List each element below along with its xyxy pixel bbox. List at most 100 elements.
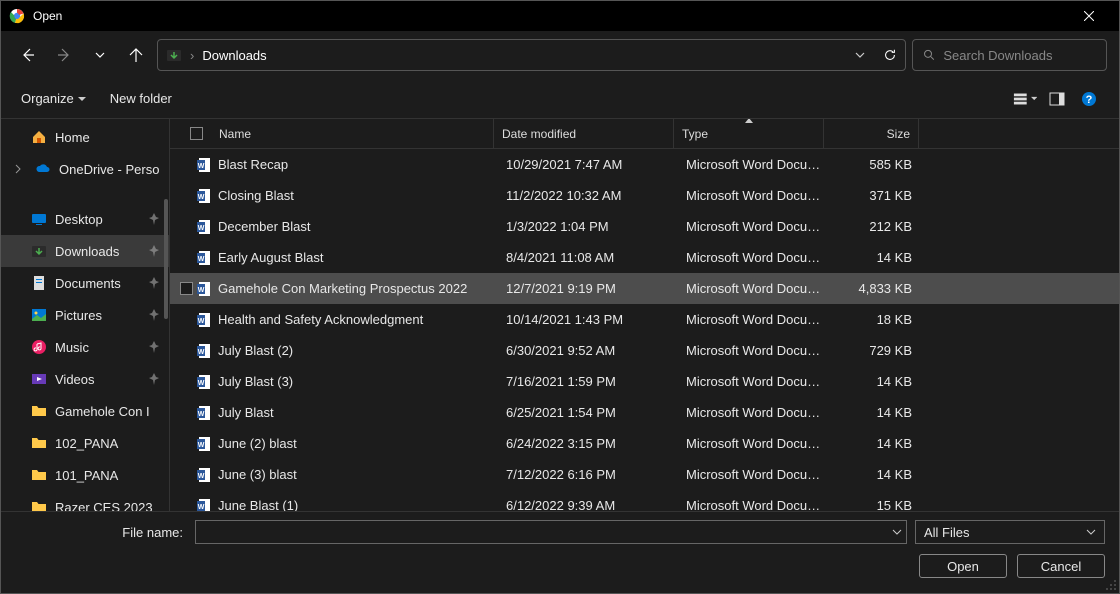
- column-type-label: Type: [682, 127, 708, 141]
- column-headers: Name Date modified Type Size: [170, 119, 1119, 149]
- footer: File name: All Files Open Cancel: [1, 511, 1119, 593]
- chevron-down-icon[interactable]: [855, 50, 865, 60]
- svg-text:W: W: [198, 504, 205, 511]
- file-name: July Blast: [218, 405, 498, 420]
- file-size: 4,833 KB: [828, 281, 920, 296]
- svg-text:W: W: [198, 256, 205, 263]
- file-row[interactable]: WJuly Blast (2)6/30/2021 9:52 AMMicrosof…: [170, 335, 1119, 366]
- recent-dropdown[interactable]: [85, 40, 115, 70]
- folder-icon: [31, 275, 47, 291]
- resize-grip-icon[interactable]: [1105, 579, 1117, 591]
- file-row[interactable]: WEarly August Blast8/4/2021 11:08 AMMicr…: [170, 242, 1119, 273]
- open-label: Open: [947, 559, 979, 574]
- word-doc-icon: W: [196, 498, 212, 512]
- file-date: 7/16/2021 1:59 PM: [498, 374, 678, 389]
- column-size-label: Size: [887, 127, 910, 141]
- toolbar: Organize New folder ?: [1, 79, 1119, 119]
- file-type: Microsoft Word Docum...: [678, 312, 828, 327]
- file-list-body[interactable]: WBlast Recap10/29/2021 7:47 AMMicrosoft …: [170, 149, 1119, 511]
- file-type: Microsoft Word Docum...: [678, 405, 828, 420]
- column-name[interactable]: Name: [176, 119, 494, 148]
- organize-menu[interactable]: Organize: [19, 87, 88, 110]
- open-dialog: Open › Downloads: [0, 0, 1120, 594]
- row-checkbox[interactable]: [180, 282, 193, 295]
- new-folder-button[interactable]: New folder: [108, 87, 174, 110]
- back-button[interactable]: [13, 40, 43, 70]
- close-button[interactable]: [1066, 1, 1111, 31]
- file-row[interactable]: WHealth and Safety Acknowledgment10/14/2…: [170, 304, 1119, 335]
- preview-pane-icon: [1049, 91, 1065, 107]
- sidebar-item-label: 101_PANA: [55, 468, 169, 483]
- word-doc-icon: W: [196, 312, 212, 328]
- file-date: 7/12/2022 6:16 PM: [498, 467, 678, 482]
- refresh-icon[interactable]: [883, 48, 897, 62]
- svg-text:W: W: [198, 411, 205, 418]
- file-row[interactable]: WGamehole Con Marketing Prospectus 20221…: [170, 273, 1119, 304]
- folder-icon: [31, 307, 47, 323]
- file-type: Microsoft Word Docum...: [678, 343, 828, 358]
- view-menu[interactable]: [1013, 87, 1037, 111]
- address-bar[interactable]: › Downloads: [157, 39, 906, 71]
- file-row[interactable]: WJune (2) blast6/24/2022 3:15 PMMicrosof…: [170, 428, 1119, 459]
- sidebar-item-documents[interactable]: Documents: [1, 267, 169, 299]
- cancel-button[interactable]: Cancel: [1017, 554, 1105, 578]
- filetype-filter[interactable]: All Files: [915, 520, 1105, 544]
- sidebar-item-pictures[interactable]: Pictures: [1, 299, 169, 331]
- filename-input[interactable]: [195, 520, 907, 544]
- file-size: 14 KB: [828, 467, 920, 482]
- sidebar-item-videos[interactable]: Videos: [1, 363, 169, 395]
- file-type: Microsoft Word Docum...: [678, 374, 828, 389]
- help-button[interactable]: ?: [1077, 87, 1101, 111]
- sidebar-onedrive[interactable]: OneDrive - Perso: [1, 153, 169, 185]
- sidebar-label: OneDrive - Perso: [59, 162, 169, 177]
- sidebar-home[interactable]: Home: [1, 121, 169, 153]
- sidebar-item-music[interactable]: Music: [1, 331, 169, 363]
- folder-icon: [31, 435, 47, 451]
- window-title: Open: [33, 9, 1066, 23]
- cancel-label: Cancel: [1041, 559, 1081, 574]
- chevron-right-icon: [13, 164, 23, 174]
- sidebar-item-desktop[interactable]: Desktop: [1, 203, 169, 235]
- forward-button[interactable]: [49, 40, 79, 70]
- search-box[interactable]: [912, 39, 1107, 71]
- sidebar-item-label: Pictures: [55, 308, 139, 323]
- search-input[interactable]: [943, 48, 1096, 63]
- sidebar-item-101-pana[interactable]: 101_PANA: [1, 459, 169, 491]
- file-row[interactable]: WDecember Blast1/3/2022 1:04 PMMicrosoft…: [170, 211, 1119, 242]
- sidebar-scrollbar[interactable]: [164, 199, 168, 319]
- column-type[interactable]: Type: [674, 119, 824, 148]
- word-doc-icon: W: [196, 467, 212, 483]
- select-all-checkbox[interactable]: [190, 127, 203, 140]
- file-size: 14 KB: [828, 250, 920, 265]
- file-size: 14 KB: [828, 436, 920, 451]
- chevron-down-icon[interactable]: [892, 527, 902, 537]
- filter-label: All Files: [924, 525, 970, 540]
- sidebar-item-102-pana[interactable]: 102_PANA: [1, 427, 169, 459]
- file-date: 6/24/2022 3:15 PM: [498, 436, 678, 451]
- file-name: Closing Blast: [218, 188, 498, 203]
- sidebar: Home OneDrive - Perso DesktopDownloadsDo…: [1, 119, 169, 511]
- file-row[interactable]: WJuly Blast6/25/2021 1:54 PMMicrosoft Wo…: [170, 397, 1119, 428]
- sort-asc-icon: [745, 119, 753, 123]
- open-button[interactable]: Open: [919, 554, 1007, 578]
- sidebar-item-label: Videos: [55, 372, 139, 387]
- pin-icon: [147, 308, 161, 322]
- preview-pane-button[interactable]: [1045, 87, 1069, 111]
- file-row[interactable]: WJuly Blast (3)7/16/2021 1:59 PMMicrosof…: [170, 366, 1119, 397]
- up-button[interactable]: [121, 40, 151, 70]
- breadcrumb-current[interactable]: Downloads: [202, 48, 847, 63]
- file-row[interactable]: WJune (3) blast7/12/2022 6:16 PMMicrosof…: [170, 459, 1119, 490]
- file-row[interactable]: WBlast Recap10/29/2021 7:47 AMMicrosoft …: [170, 149, 1119, 180]
- nav-bar: › Downloads: [1, 31, 1119, 79]
- sidebar-item-downloads[interactable]: Downloads: [1, 235, 169, 267]
- file-row[interactable]: WClosing Blast11/2/2022 10:32 AMMicrosof…: [170, 180, 1119, 211]
- file-name: June (3) blast: [218, 467, 498, 482]
- word-doc-icon: W: [196, 250, 212, 266]
- sidebar-item-gamehole-con-i[interactable]: Gamehole Con I: [1, 395, 169, 427]
- arrow-right-icon: [56, 47, 72, 63]
- sidebar-item-razer-ces-2023[interactable]: Razer CES 2023: [1, 491, 169, 511]
- file-row[interactable]: WJune Blast (1)6/12/2022 9:39 AMMicrosof…: [170, 490, 1119, 511]
- svg-text:W: W: [198, 473, 205, 480]
- column-date[interactable]: Date modified: [494, 119, 674, 148]
- column-size[interactable]: Size: [824, 119, 919, 148]
